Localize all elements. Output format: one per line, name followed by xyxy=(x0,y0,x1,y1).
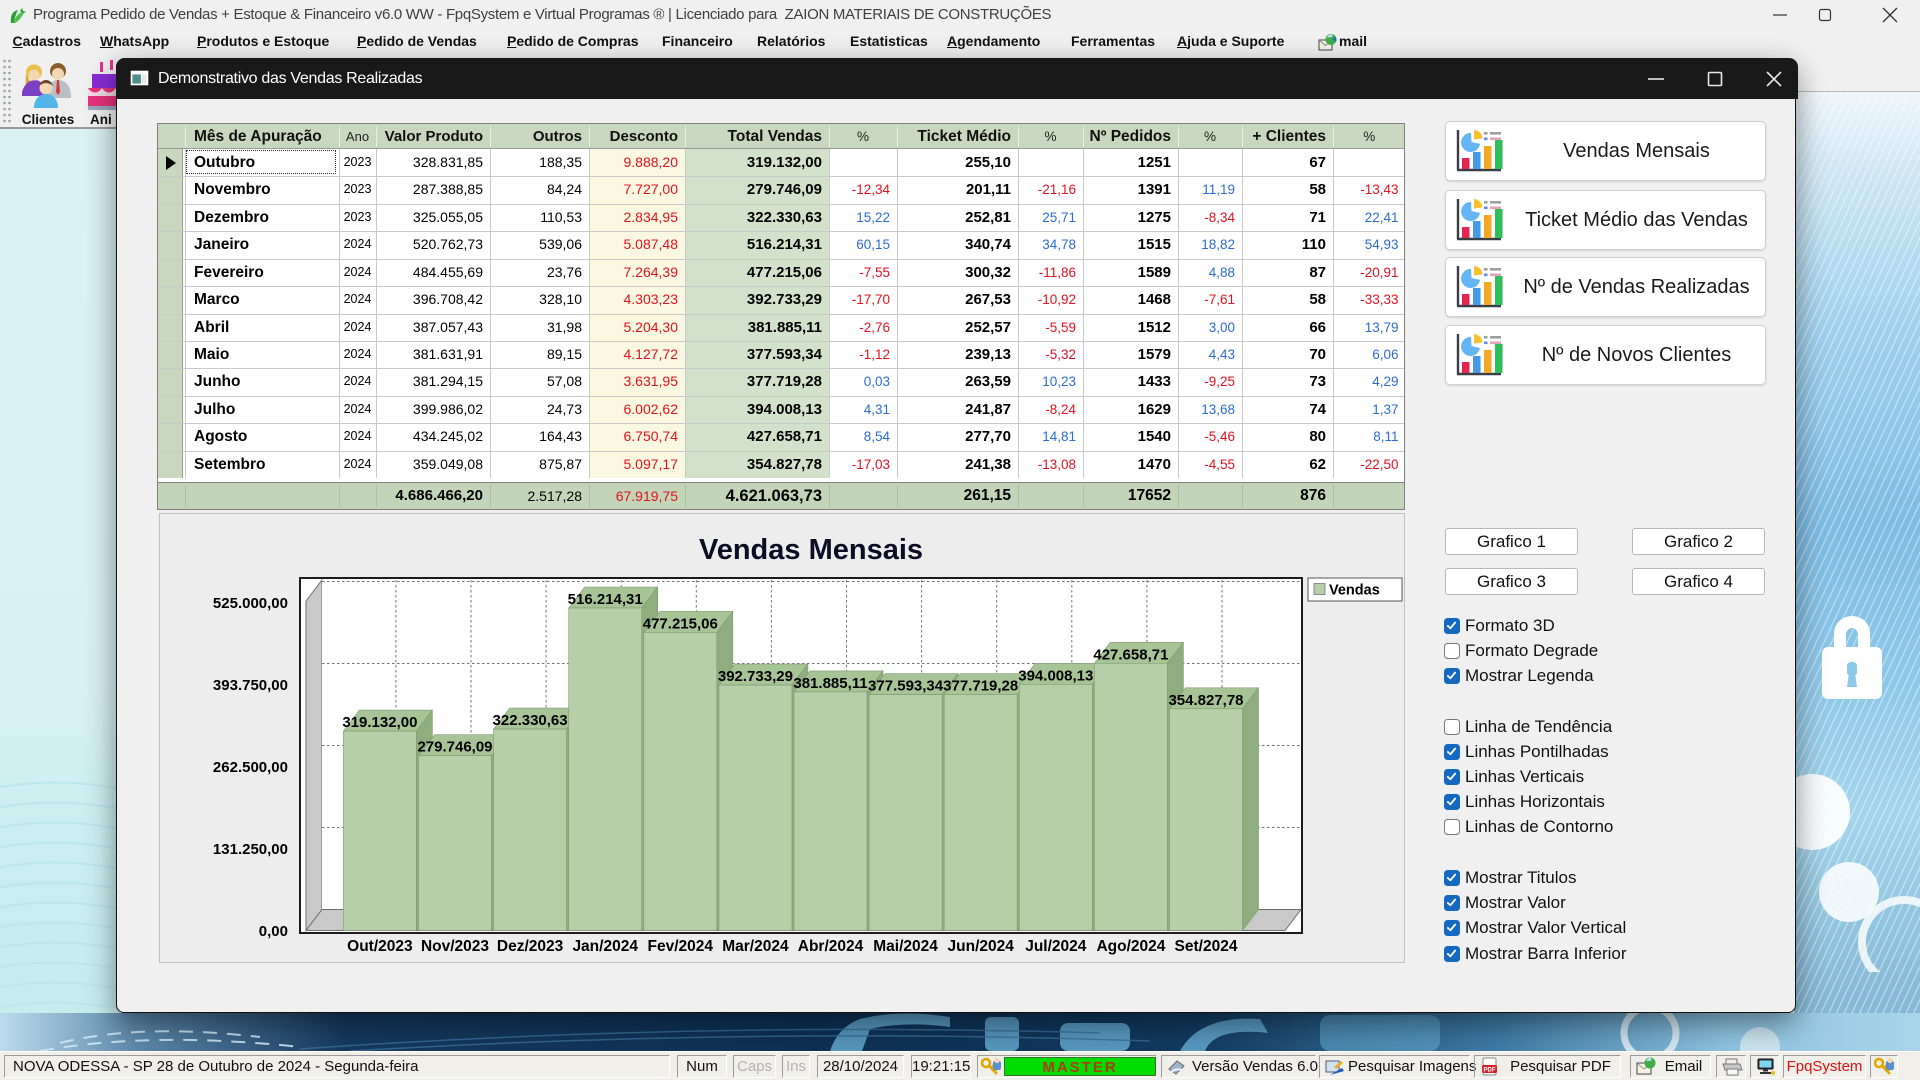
svg-text:477.215,06: 477.215,06 xyxy=(643,615,718,632)
svg-text:377.593,34: 377.593,34 xyxy=(868,678,944,695)
svg-text:Mar/2024: Mar/2024 xyxy=(722,938,789,955)
svg-text:279.746,09: 279.746,09 xyxy=(417,739,492,756)
svg-text:131.250,00: 131.250,00 xyxy=(213,841,288,858)
svg-text:0,00: 0,00 xyxy=(259,923,288,940)
svg-text:PDF: PDF xyxy=(1484,1068,1496,1074)
svg-text:Vendas: Vendas xyxy=(1329,583,1380,599)
svg-text:322.330,63: 322.330,63 xyxy=(493,712,568,729)
svg-text:Dez/2023: Dez/2023 xyxy=(497,938,564,955)
svg-text:393.750,00: 393.750,00 xyxy=(213,677,288,694)
svg-text:Vendas Mensais: Vendas Mensais xyxy=(699,534,923,566)
svg-text:Nov/2023: Nov/2023 xyxy=(421,938,489,955)
svg-text:Set/2024: Set/2024 xyxy=(1175,938,1238,955)
svg-text:516.214,31: 516.214,31 xyxy=(568,591,643,608)
svg-text:Mai/2024: Mai/2024 xyxy=(873,938,938,955)
svg-text:Jan/2024: Jan/2024 xyxy=(572,938,638,955)
svg-text:Abr/2024: Abr/2024 xyxy=(798,938,864,955)
svg-text:427.658,71: 427.658,71 xyxy=(1093,646,1168,663)
svg-text:525.000,00: 525.000,00 xyxy=(213,595,288,612)
svg-text:354.827,78: 354.827,78 xyxy=(1168,692,1243,709)
svg-text:Jul/2024: Jul/2024 xyxy=(1025,938,1087,955)
svg-text:Fev/2024: Fev/2024 xyxy=(648,938,714,955)
svg-text:Ago/2024: Ago/2024 xyxy=(1096,938,1165,955)
svg-text:377.719,28: 377.719,28 xyxy=(943,678,1018,695)
svg-text:392.733,29: 392.733,29 xyxy=(718,668,793,685)
svg-text:319.132,00: 319.132,00 xyxy=(342,714,417,731)
svg-text:262.500,00: 262.500,00 xyxy=(213,759,288,776)
svg-text:Out/2023: Out/2023 xyxy=(347,938,413,955)
svg-text:Jun/2024: Jun/2024 xyxy=(948,938,1015,955)
svg-text:381.885,11: 381.885,11 xyxy=(793,675,867,692)
svg-text:394.008,13: 394.008,13 xyxy=(1018,667,1093,684)
